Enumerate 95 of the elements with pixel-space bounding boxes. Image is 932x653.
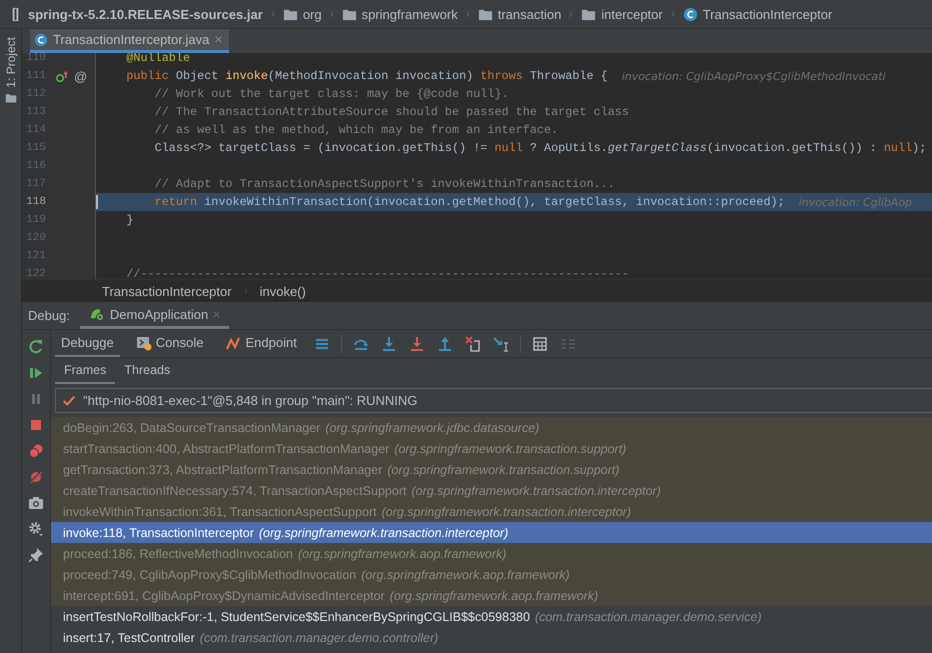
tool-tab[interactable]: Console — [130, 330, 210, 357]
settings-icon — [28, 521, 44, 537]
frame-method: invoke:118, TransactionInterceptor — [63, 526, 254, 540]
tool-tab[interactable]: Endpoint — [219, 330, 303, 357]
tool-tab[interactable]: Debugge — [55, 330, 120, 357]
code-comment: //--------------------------------------------------------------------- — [125, 267, 629, 279]
editor-tab[interactable]: TransactionInterceptor.java — [30, 29, 230, 53]
tab-label: Console — [156, 335, 204, 350]
text-caret — [96, 195, 98, 209]
session-tab[interactable]: DemoApplication — [80, 302, 230, 329]
frame-method: insert:17, TestController — [63, 630, 195, 644]
close-icon — [214, 35, 224, 44]
inlay-hint: invocation: CglibAop — [798, 196, 912, 208]
thread-label: "http-nio-8081-exec-1"@5,848 in group "main": RUNNING — [83, 393, 418, 408]
inlay-hint: invocation: CglibAopProxy$CglibMethodInvocati — [622, 70, 886, 82]
frame-method: startTransaction:400, AbstractPlatformTransactionManager — [63, 442, 390, 456]
stop-icon — [28, 417, 44, 433]
breadcrumb-item[interactable]: interceptor — [601, 6, 663, 22]
frame-method: doBegin:263, DataSourceTransactionManager — [63, 420, 320, 434]
panel-title: Debug: — [28, 308, 70, 323]
frame-package: (org.springframework.transaction.interceptor) — [258, 526, 508, 540]
breadcrumb-item[interactable]: TransactionInterceptor — [102, 284, 232, 298]
frame-package: (org.springframework.aop.framework) — [298, 546, 506, 560]
stack-frame-row[interactable]: invoke:118, TransactionInterceptor (org.springframework.transaction.interceptor) — [51, 522, 932, 543]
tab-label: Endpoint — [245, 335, 297, 350]
frame-package: (org.springframework.aop.framework) — [361, 568, 570, 582]
breadcrumb-item[interactable]: springframework — [362, 6, 458, 22]
frame-method: createTransactionIfNecessary:574, TransactionAspectSupport — [63, 484, 406, 498]
code-text: Throwable { — [528, 69, 608, 83]
step-out-icon[interactable] — [436, 336, 453, 352]
frame-method: getTransaction:373, AbstractPlatformTransactionManager — [63, 462, 382, 476]
code-comment: // as well as the method, which may be from an interface. — [154, 123, 558, 137]
project-tool-button[interactable]: 1: Project — [4, 37, 18, 88]
frame-method: insertTestNoRollbackFor:-1, StudentService$$EnhancerBySpringCGLIB$$c0598380 — [63, 610, 530, 624]
tab-label: DemoApplication — [110, 306, 208, 322]
frame-method: proceed:186, ReflectiveMethodInvocation — [63, 546, 294, 560]
code-text: (invocation.getThis()) : — [706, 141, 878, 155]
tab[interactable]: Threads — [115, 358, 180, 384]
run-to-cursor-icon[interactable] — [492, 336, 509, 352]
close-icon — [212, 310, 222, 318]
code-text: (MethodInvocation invocation) — [268, 69, 474, 83]
drop-frame-icon[interactable] — [464, 336, 481, 352]
frame-method: proceed:749, CglibAopProxy$CglibMethodInvocation — [63, 568, 356, 582]
code-keyword: null — [884, 141, 912, 155]
resume-icon — [28, 365, 44, 381]
code-comment: // Adapt to TransactionAspectSupport's invokeWithinTransaction... — [154, 177, 615, 191]
code-text: invokeWithinTransaction(invocation.getMethod(), targetClass, invocation::proceed); — [203, 195, 785, 209]
breadcrumb-item[interactable]: TransactionInterceptor — [702, 6, 832, 22]
code-text: Object — [174, 69, 220, 83]
frame-package: (org.springframework.aop.framework) — [390, 588, 598, 602]
code-comment: // The TransactionAttributeSource should be passed the target class — [154, 105, 629, 119]
pin-icon — [28, 547, 44, 563]
class-icon — [682, 6, 698, 22]
code-method: invoke — [225, 69, 268, 83]
frame-package: (com.transaction.manager.demo.controller) — [200, 630, 438, 644]
breakpoints-icon — [28, 443, 44, 459]
rerun-icon — [28, 339, 44, 355]
force-step-into-icon[interactable] — [408, 336, 425, 352]
code-text: } — [125, 213, 134, 227]
frame-package: (org.springframework.transaction.support) — [387, 462, 620, 476]
code-keyword: throws — [480, 69, 523, 83]
breadcrumb-item[interactable]: invoke() — [260, 284, 306, 298]
check-icon — [62, 394, 76, 408]
endpoints-icon — [225, 334, 242, 350]
frame-method: invokeWithinTransaction:361, TransactionAspectSupport — [63, 504, 377, 518]
frame-package: (com.transaction.manager.demo.service) — [534, 610, 762, 624]
frame-package: (org.springframework.transaction.interceptor) — [382, 504, 631, 518]
calculator-icon[interactable] — [532, 336, 548, 352]
code-keyword: return — [154, 195, 198, 209]
mute-breakpoints-icon — [28, 469, 44, 485]
breadcrumb-item[interactable]: transaction — [498, 6, 562, 22]
camera-icon — [28, 495, 44, 511]
frame-package: (org.springframework.transaction.interceptor) — [411, 484, 661, 498]
breadcrumb-item[interactable]: org — [302, 6, 322, 22]
thread-dropdown[interactable]: "http-nio-8081-exec-1"@5,848 in group "main": RUNNING — [55, 388, 932, 413]
code-method: getTargetClass — [608, 141, 707, 155]
code-keyword: public — [125, 69, 169, 83]
folder-icon — [4, 92, 16, 104]
frame-package: (org.springframework.jdbc.datasource) — [325, 420, 540, 434]
frame-method: intercept:691, CglibAopProxy$DynamicAdvisedInterceptor — [63, 588, 385, 602]
breadcrumb-item[interactable]: spring-tx-5.2.10.RELEASE-sources.jar — [28, 6, 263, 22]
line-number: 118 — [25, 196, 46, 208]
code-comment: // Work out the target class: may be {@code null}. — [154, 87, 509, 101]
tab-label: Debugge — [61, 335, 114, 350]
console-icon — [136, 334, 152, 350]
class-icon — [34, 32, 48, 46]
code-keyword: null — [494, 141, 523, 155]
code-text: Class<?> targetClass = (invocation.getThis() != — [154, 141, 488, 155]
frame-package: (org.springframework.transaction.support) — [394, 442, 626, 456]
tab[interactable]: Frames — [55, 358, 116, 384]
code-text: ); — [912, 141, 926, 155]
annotation-marker: @ — [74, 68, 88, 84]
tab-label: TransactionInterceptor.java — [53, 32, 210, 47]
code-text: ? AopUtils. — [528, 141, 608, 155]
step-into-icon[interactable] — [380, 336, 397, 352]
